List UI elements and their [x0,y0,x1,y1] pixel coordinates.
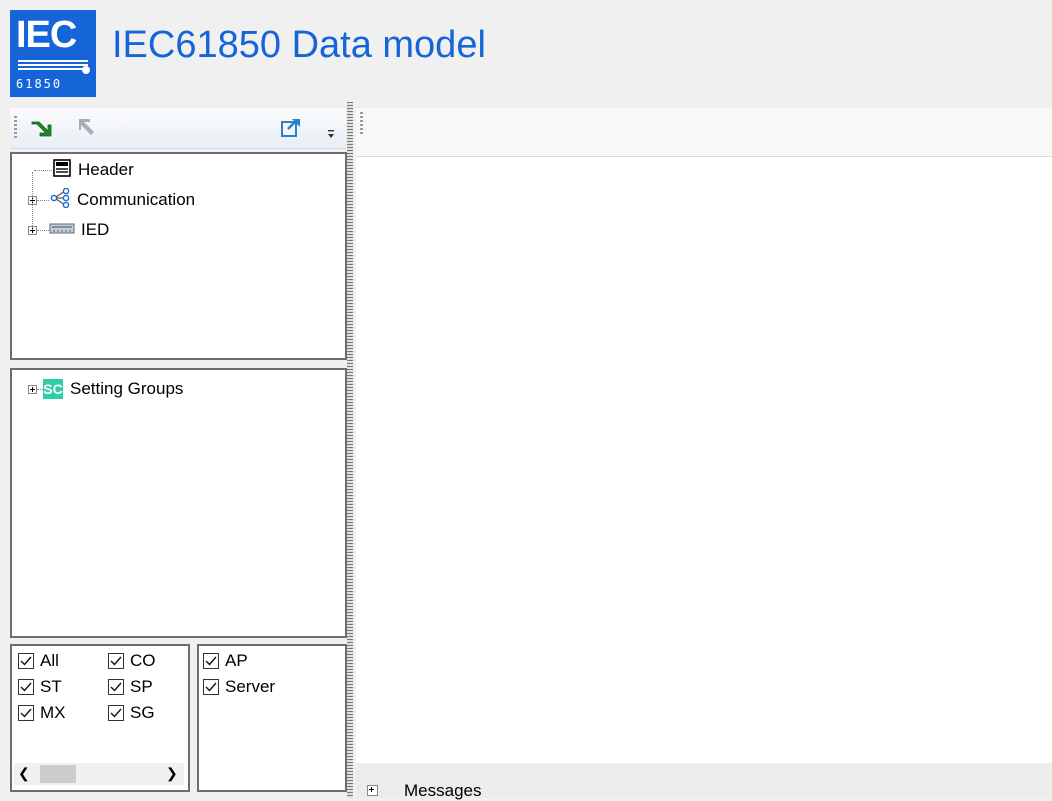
main-content-area [356,157,1052,763]
checkbox[interactable] [203,653,219,669]
sc-badge-text: SC [43,381,63,397]
filter-co[interactable]: CO [108,650,156,672]
checkbox-label: ST [40,677,62,696]
checkbox[interactable] [108,653,124,669]
setting-groups-panel: SC Setting Groups [10,368,347,638]
scroll-left-icon[interactable]: ❮ [18,765,30,782]
tree-item-header[interactable]: Header [32,158,134,182]
device-icon [49,220,75,240]
filter-sg[interactable]: SG [108,702,155,724]
right-toolbar [356,108,1052,157]
scl-tree-panel: Header Communication IED [10,152,347,360]
messages-label: Messages [404,781,482,800]
filter-sp[interactable]: SP [108,676,153,698]
checkbox[interactable] [18,653,34,669]
toolbar-grip[interactable] [360,112,363,134]
horizontal-scrollbar[interactable]: ❮ ❯ [14,763,184,785]
toolbar-grip[interactable] [14,116,17,138]
tree-item-label: Header [78,160,134,179]
logo-text: IEC [16,14,77,56]
share-icon[interactable] [278,114,304,140]
checkbox-label: SG [130,703,155,722]
document-icon [52,158,72,183]
checkbox-label: MX [40,703,66,722]
logo-number: 61850 [16,77,63,91]
app-title: IEC61850 Data model [112,24,486,66]
messages-panel-header[interactable]: Messages [356,763,1052,800]
filter-server[interactable]: Server [203,676,275,698]
tree-connector [34,169,52,171]
tree-item-ied[interactable]: IED [28,218,109,242]
checkbox-label: CO [130,651,156,670]
checkbox[interactable] [203,679,219,695]
panel-splitter[interactable] [347,102,353,798]
expand-icon[interactable] [28,384,37,394]
export-arrow-icon[interactable] [74,114,100,140]
left-toolbar [10,108,346,149]
checkbox-label: All [40,651,59,670]
overflow-chevron-icon[interactable] [324,124,338,144]
checkbox[interactable] [108,705,124,721]
tree-connector [37,199,49,201]
filter-all[interactable]: All [18,650,59,672]
tree-connector [32,172,33,230]
checkbox-label: Server [225,677,276,696]
tree-item-label: Communication [77,190,196,209]
tree-item-setting-groups[interactable]: SC Setting Groups [28,377,183,401]
checkbox[interactable] [108,679,124,695]
scroll-right-icon[interactable]: ❯ [166,765,178,782]
checkbox-label: SP [130,677,153,696]
checkbox-label: AP [225,651,248,670]
scope-filter-panel: AP Server [197,644,347,792]
checkbox[interactable] [18,705,34,721]
scrollbar-thumb[interactable] [40,765,76,783]
tree-item-communication[interactable]: Communication [28,187,196,213]
filter-st[interactable]: ST [18,676,62,698]
tree-item-label: Setting Groups [70,379,184,398]
tree-item-label: IED [81,220,110,239]
filter-mx[interactable]: MX [18,702,66,724]
iec-logo: IEC 61850 [10,10,96,97]
tree-connector [37,229,49,231]
network-icon [49,187,71,213]
setting-groups-icon: SC [43,379,63,399]
messages-expand-icon[interactable] [367,785,378,796]
logo-dot [82,66,90,74]
import-arrow-icon[interactable] [28,114,54,140]
logo-lines [18,60,88,70]
filter-ap[interactable]: AP [203,650,248,672]
checkbox[interactable] [18,679,34,695]
